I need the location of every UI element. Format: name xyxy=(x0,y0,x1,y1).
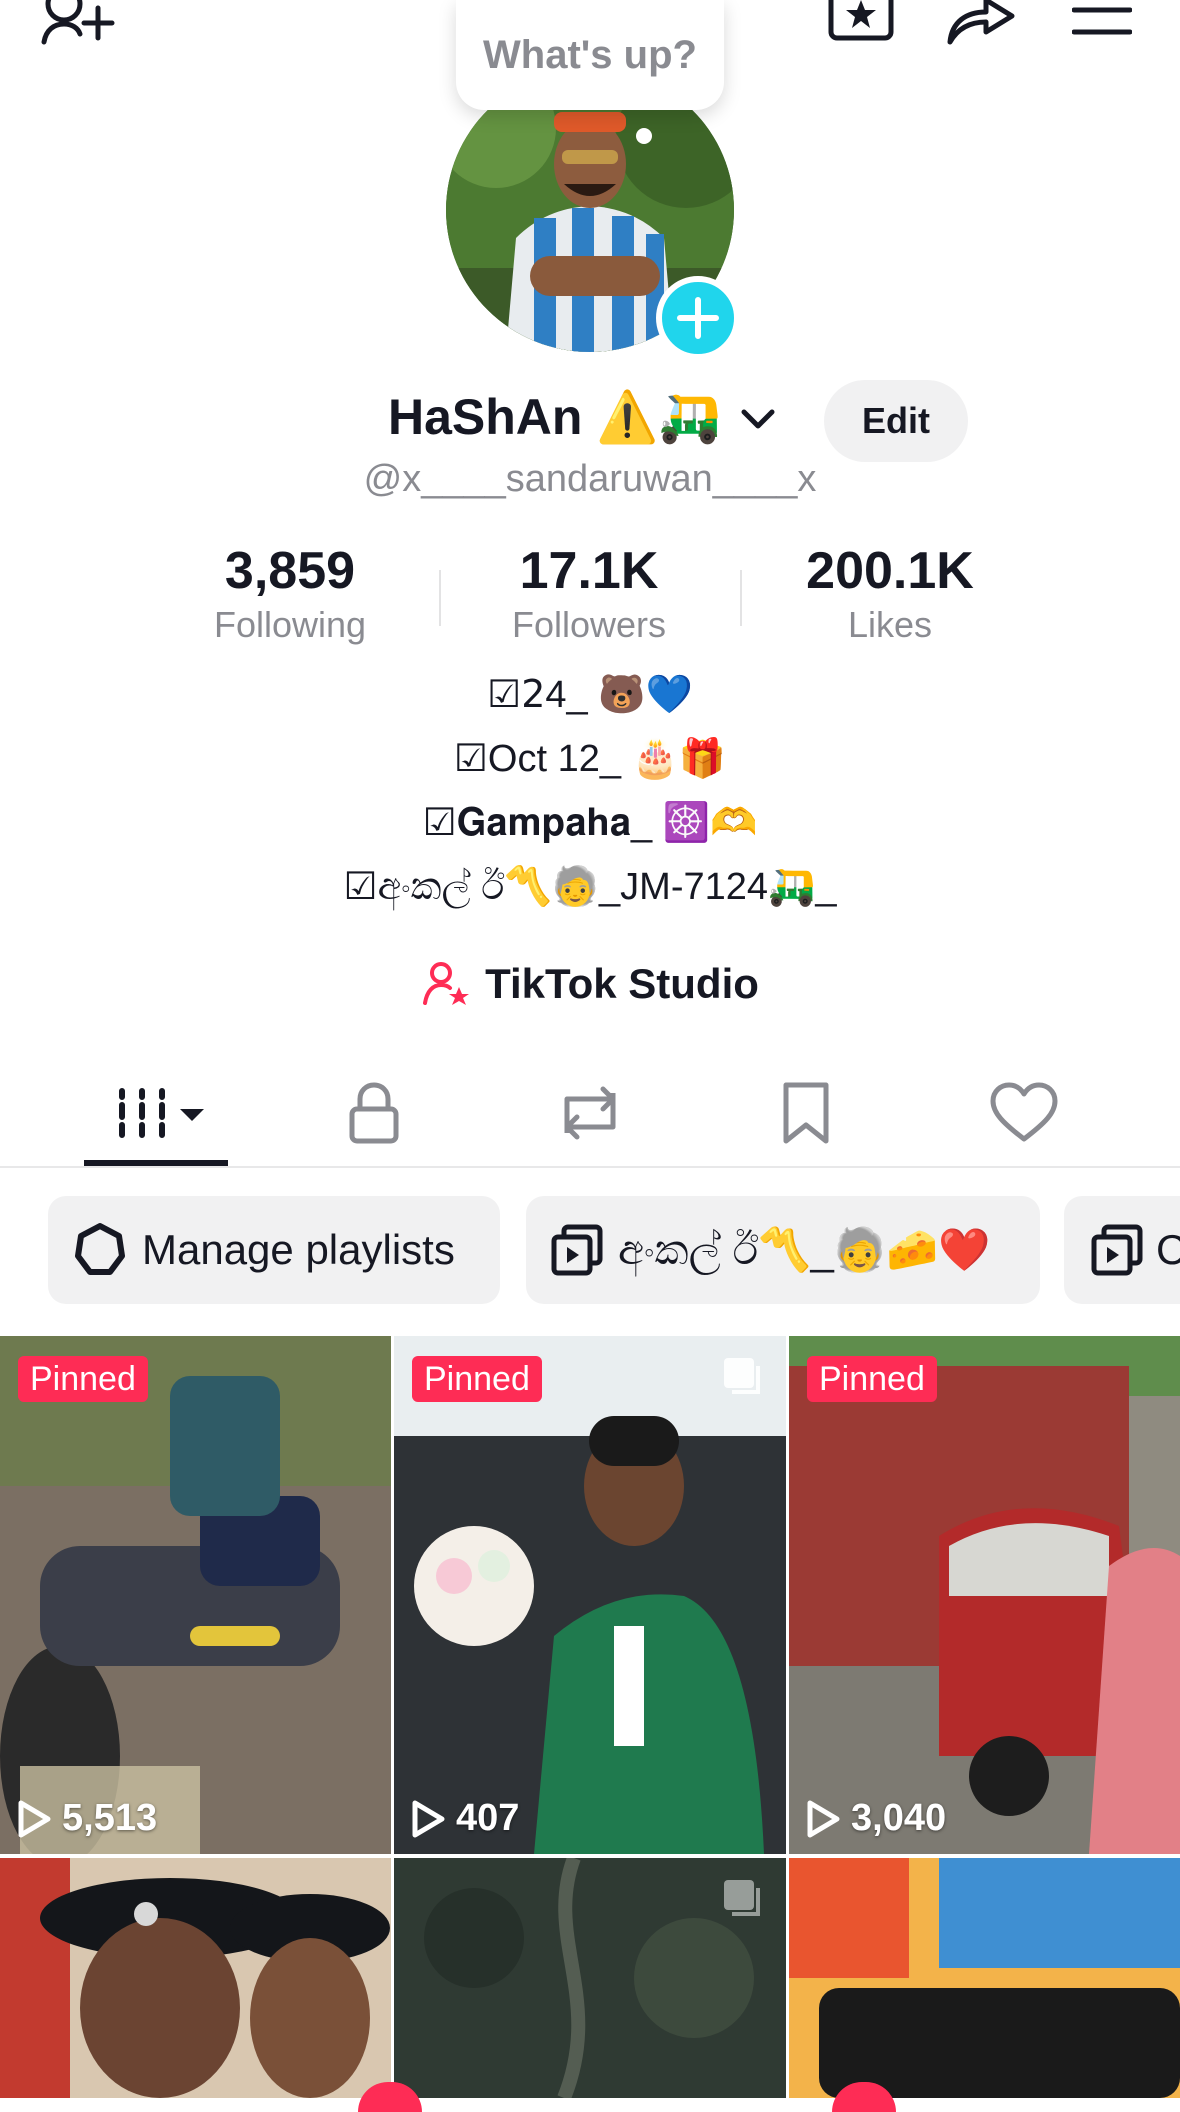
tiktok-studio-link[interactable]: TikTok Studio xyxy=(0,952,1180,1016)
video-thumbnail[interactable]: Pinned 407 xyxy=(394,1336,786,1854)
video-image xyxy=(394,1336,786,1854)
video-thumbnail[interactable] xyxy=(789,1858,1180,2098)
stat-label: Following xyxy=(213,604,367,645)
video-thumbnail[interactable]: Pinned 5,513 xyxy=(0,1336,391,1854)
whats-up-bubble[interactable]: What's up? xyxy=(456,0,724,110)
repost-icon xyxy=(564,1086,616,1140)
stat-label: Likes xyxy=(847,604,933,645)
profile-name: HaShAn ⚠️🛺 xyxy=(388,389,721,445)
lock-icon xyxy=(349,1082,399,1144)
stat-divider xyxy=(439,570,441,626)
grid-icon xyxy=(119,1088,204,1138)
stat-value: 200.1K xyxy=(806,542,974,600)
play-icon xyxy=(807,1800,840,1837)
video-image xyxy=(789,1858,1180,2098)
studio-icon xyxy=(423,962,470,1005)
edit-profile-button[interactable]: Edit xyxy=(824,380,968,462)
gear-icon xyxy=(75,1223,125,1275)
share-icon[interactable] xyxy=(944,0,1018,48)
video-thumbnail[interactable] xyxy=(394,1858,786,2098)
view-count-text: 3,040 xyxy=(851,1797,947,1839)
menu-icon[interactable] xyxy=(1072,0,1132,40)
add-friend-icon[interactable] xyxy=(40,0,120,52)
multi-image-icon xyxy=(724,1880,760,1916)
playlist-icon xyxy=(551,1224,603,1276)
heart-icon xyxy=(990,1082,1058,1142)
playlist-chip[interactable]: C xyxy=(1064,1196,1180,1304)
stat-following[interactable]: 3,859 Following xyxy=(160,540,420,648)
manage-playlists-button[interactable]: Manage playlists xyxy=(48,1196,500,1304)
favorites-tab[interactable] xyxy=(746,1078,866,1148)
video-image xyxy=(0,1858,391,2098)
view-count: 3,040 xyxy=(805,1797,946,1840)
view-count: 5,513 xyxy=(16,1797,157,1840)
view-count-text: 5,513 xyxy=(62,1797,158,1839)
bio-line: ☑අංකල් ඊ〽️🧓_JM-7124🛺_ xyxy=(343,866,837,908)
stat-divider xyxy=(740,570,742,626)
add-story-button[interactable] xyxy=(656,276,740,360)
playlist-icon xyxy=(1091,1224,1143,1276)
studio-label: TikTok Studio xyxy=(485,960,759,1007)
play-icon xyxy=(18,1800,51,1837)
view-count: 407 xyxy=(410,1797,519,1840)
chip-label: අංකල් ඊ〽️_🧓🧀❤️ xyxy=(618,1225,991,1273)
stat-followers[interactable]: 17.1K Followers xyxy=(459,540,719,648)
profile-tabs xyxy=(0,1060,1180,1168)
bio-line: ☑Oct 12_ 🎂🎁 xyxy=(453,738,727,780)
stat-value: 17.1K xyxy=(519,542,659,600)
plus-icon xyxy=(677,297,719,339)
stat-value: 3,859 xyxy=(224,542,356,600)
video-thumbnail[interactable]: Pinned 3,040 xyxy=(789,1336,1180,1854)
pinned-badge: Pinned xyxy=(412,1356,542,1402)
play-icon xyxy=(412,1800,445,1837)
bio-line: ☑𝐆𝐚𝐦𝐩𝐚𝐡𝐚_ ☸️🫶 xyxy=(422,802,758,844)
private-tab[interactable] xyxy=(314,1078,434,1148)
favorites-icon[interactable] xyxy=(826,0,896,46)
stat-likes[interactable]: 200.1K Likes xyxy=(760,540,1020,648)
liked-tab[interactable] xyxy=(964,1078,1084,1148)
chip-label: C xyxy=(1156,1226,1180,1273)
video-thumbnail[interactable] xyxy=(0,1858,391,2098)
active-tab-indicator xyxy=(84,1160,228,1166)
video-image xyxy=(0,1336,391,1854)
multi-image-icon xyxy=(724,1358,760,1394)
playlist-chip[interactable]: අංකල් ඊ〽️_🧓🧀❤️ xyxy=(526,1196,1040,1304)
reposts-tab[interactable] xyxy=(530,1078,650,1148)
bookmark-icon xyxy=(783,1082,829,1144)
chevron-down-icon[interactable] xyxy=(738,404,778,436)
pinned-badge: Pinned xyxy=(18,1356,148,1402)
profile-stats: 3,859 Following 17.1K Followers 200.1K L… xyxy=(0,540,1180,650)
profile-handle: @x____sandaruwan____x xyxy=(363,458,817,500)
bubble-tail xyxy=(636,128,652,144)
videos-tab[interactable] xyxy=(96,1078,216,1148)
pinned-badge: Pinned xyxy=(807,1356,937,1402)
view-count-text: 407 xyxy=(456,1797,520,1839)
video-image xyxy=(789,1336,1180,1854)
bio-line: ☑𝟤4_ 🐻💙 xyxy=(487,674,693,716)
chip-label: Manage playlists xyxy=(142,1226,455,1273)
stat-label: Followers xyxy=(511,604,667,645)
